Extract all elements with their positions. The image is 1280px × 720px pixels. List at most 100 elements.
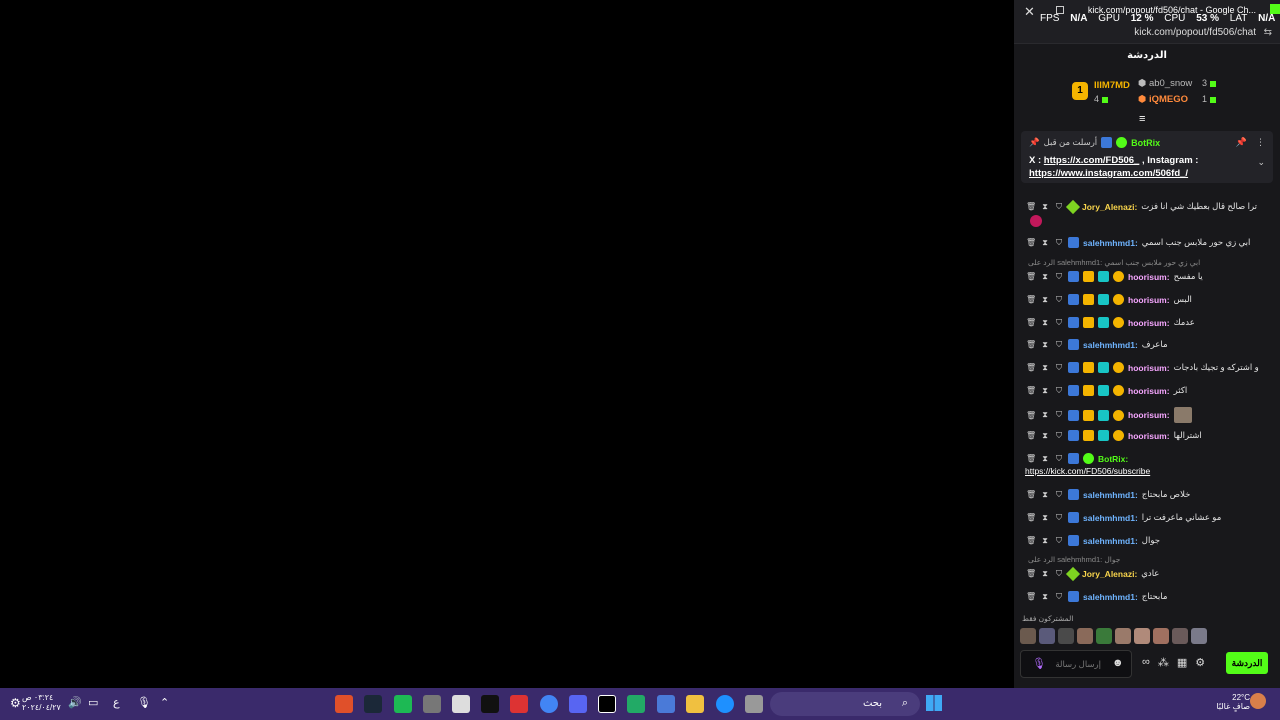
pinned-link-instagram[interactable]: https://www.instagram.com/506fd_/ bbox=[1029, 168, 1188, 179]
emote-icon[interactable] bbox=[1039, 628, 1055, 644]
app-icon[interactable] bbox=[657, 695, 675, 713]
delete-icon[interactable]: 🗑 bbox=[1026, 238, 1036, 247]
chat-message: 🗑 ⧗ ⛉ salehmhmd1: خلاص مابحتاج bbox=[1026, 489, 1191, 500]
timeout-icon[interactable]: ⧗ bbox=[1040, 272, 1050, 282]
discord-icon[interactable] bbox=[569, 695, 587, 713]
pinned-text: X : https://x.com/FD506_ , Instagram : h… bbox=[1029, 155, 1199, 179]
username[interactable]: hoorisum: bbox=[1128, 318, 1170, 328]
chat-message: 🗑 ⧗ ⛉ BotRix: bbox=[1026, 453, 1129, 464]
emoji-icon[interactable]: ☻ bbox=[1112, 657, 1124, 669]
clock[interactable]: ٠٣:٢٤ ص ٢٠٢٤/٠٤/٢٧ bbox=[22, 693, 61, 713]
volume-icon[interactable]: 🔊 bbox=[68, 696, 82, 709]
file-explorer-icon[interactable] bbox=[686, 695, 704, 713]
timeout-icon[interactable]: ⧗ bbox=[1040, 238, 1050, 248]
username[interactable]: salehmhmd1: bbox=[1083, 513, 1138, 523]
message-text: البس bbox=[1173, 294, 1192, 304]
url-bar[interactable]: kick.com/popout/fd506/chat bbox=[1134, 27, 1256, 38]
username[interactable]: salehmhmd1: bbox=[1083, 490, 1138, 500]
message-text: جوال bbox=[1141, 535, 1160, 545]
emote-icon[interactable] bbox=[1077, 628, 1093, 644]
calculator-icon[interactable] bbox=[452, 695, 470, 713]
emote-icon[interactable] bbox=[1134, 628, 1150, 644]
username[interactable]: Jory_Alenazi: bbox=[1082, 569, 1137, 579]
emote-icon[interactable] bbox=[1058, 628, 1074, 644]
app-icon[interactable] bbox=[510, 695, 528, 713]
ban-icon[interactable]: ⛉ bbox=[1054, 238, 1064, 248]
chat-message: 🗑 ⧗ ⛉ hoorisum: اشترالها bbox=[1026, 430, 1202, 441]
weather-icon[interactable] bbox=[1250, 693, 1266, 709]
emote-icon[interactable] bbox=[1172, 628, 1188, 644]
ban-icon[interactable]: ⛉ bbox=[1054, 272, 1064, 282]
unpin-icon[interactable]: 📌 bbox=[1236, 137, 1247, 148]
delete-icon[interactable]: 🗑 bbox=[1026, 272, 1036, 281]
close-icon[interactable]: ✕ bbox=[1024, 4, 1035, 20]
leader-name-3[interactable]: ⬢ iQMEGO bbox=[1138, 94, 1188, 105]
ban-icon[interactable]: ⛉ bbox=[1054, 202, 1064, 212]
network-icon[interactable]: ▭ bbox=[88, 696, 98, 709]
username[interactable]: hoorisum: bbox=[1128, 386, 1170, 396]
username[interactable]: salehmhmd1: bbox=[1083, 592, 1138, 602]
more-icon[interactable]: ⋮ bbox=[1256, 137, 1265, 148]
store-icon[interactable]: ▦ bbox=[1177, 656, 1187, 669]
pinned-link-x[interactable]: https://x.com/FD506_ bbox=[1044, 155, 1140, 166]
edge-icon[interactable] bbox=[716, 695, 734, 713]
settings-icon[interactable]: ⚙ bbox=[10, 696, 21, 710]
username[interactable]: salehmhmd1: bbox=[1083, 238, 1138, 248]
reply-context: الرد على salehmhmd1: ابي زي حور ملابس جن… bbox=[1028, 258, 1201, 267]
subscribers-only-label: المشتركون فقط bbox=[1022, 614, 1074, 623]
username[interactable]: hoorisum: bbox=[1128, 295, 1170, 305]
tune-icon[interactable]: ⇆ bbox=[1264, 27, 1272, 38]
chat-message: 🗑 ⧗ ⛉ salehmhmd1: جوال bbox=[1026, 535, 1160, 546]
chevron-down-icon[interactable]: ⌄ bbox=[1257, 157, 1265, 168]
language-indicator[interactable]: ع bbox=[113, 696, 120, 709]
epic-games-icon[interactable] bbox=[481, 695, 499, 713]
mic-icon[interactable]: 🎙 bbox=[137, 696, 151, 709]
username[interactable]: salehmhmd1: bbox=[1083, 536, 1138, 546]
message-text: مو عشاني ماعرفت ترا bbox=[1141, 512, 1222, 522]
performance-overlay: FPS N/A GPU 12 % CPU 53 % LAT N/A bbox=[1040, 13, 1276, 24]
username[interactable]: hoorisum: bbox=[1128, 431, 1170, 441]
subscribe-link[interactable]: https://kick.com/FD506/subscribe bbox=[1025, 466, 1150, 476]
leader-count-1: 4 bbox=[1094, 94, 1109, 104]
message-text: عدمك bbox=[1173, 317, 1195, 327]
steam-icon[interactable] bbox=[364, 695, 382, 713]
username[interactable]: hoorisum: bbox=[1128, 363, 1170, 373]
send-button[interactable]: الدردشة bbox=[1226, 652, 1268, 674]
weather-widget[interactable]: 22°C صافٍ غالبًا bbox=[1210, 693, 1250, 711]
pinned-by-label: أرسلت من قبل bbox=[1043, 137, 1098, 147]
mic-icon[interactable]: 🎙 bbox=[1032, 657, 1046, 670]
emote-icon[interactable] bbox=[1191, 628, 1207, 644]
emote-icon[interactable] bbox=[1020, 628, 1036, 644]
username[interactable]: Jory_Alenazi: bbox=[1082, 202, 1137, 212]
infinity-icon[interactable]: ∞ bbox=[1142, 656, 1150, 669]
pinned-author[interactable]: BotRix bbox=[1131, 138, 1160, 148]
settings-icon[interactable]: ⚙ bbox=[1195, 656, 1205, 669]
settings-app-icon[interactable] bbox=[423, 695, 441, 713]
app-icon[interactable] bbox=[394, 695, 412, 713]
emote-icon[interactable] bbox=[1115, 628, 1131, 644]
filter-icon[interactable]: ≡ bbox=[1139, 113, 1145, 125]
emote-icon[interactable] bbox=[1096, 628, 1112, 644]
emote-icon[interactable] bbox=[1153, 628, 1169, 644]
delete-icon[interactable]: 🗑 bbox=[1026, 202, 1036, 211]
windows-start-icon[interactable] bbox=[926, 695, 942, 711]
app-icon[interactable] bbox=[335, 695, 353, 713]
chat-message: 🗑 ⧗ ⛉ hoorisum: عدمك bbox=[1026, 317, 1195, 328]
chevron-up-icon[interactable]: ⌃ bbox=[160, 696, 169, 709]
pinned-message: 📌 أرسلت من قبل BotRix X : https://x.com/… bbox=[1021, 131, 1273, 183]
username[interactable]: BotRix: bbox=[1098, 454, 1128, 464]
reply-context: الرد على salehmhmd1: جوال bbox=[1028, 555, 1121, 564]
username[interactable]: hoorisum: bbox=[1128, 410, 1170, 420]
username[interactable]: salehmhmd1: bbox=[1083, 340, 1138, 350]
username[interactable]: hoorisum: bbox=[1128, 272, 1170, 282]
leader-name-2[interactable]: ⬢ ab0_snow bbox=[1138, 78, 1192, 89]
chrome-icon[interactable] bbox=[540, 695, 558, 713]
search-box[interactable]: بحث ⌕ bbox=[770, 692, 920, 716]
app-icon[interactable] bbox=[745, 695, 763, 713]
share-icon[interactable]: ⁂ bbox=[1158, 656, 1169, 669]
chat-popout-window: ✕ kick.com/popout/fd506/chat - Google Ch… bbox=[1014, 0, 1280, 688]
leader-name-1[interactable]: IIIM7MD bbox=[1094, 80, 1130, 91]
timeout-icon[interactable]: ⧗ bbox=[1040, 202, 1050, 212]
obs-icon[interactable] bbox=[598, 695, 616, 713]
app-icon[interactable] bbox=[627, 695, 645, 713]
